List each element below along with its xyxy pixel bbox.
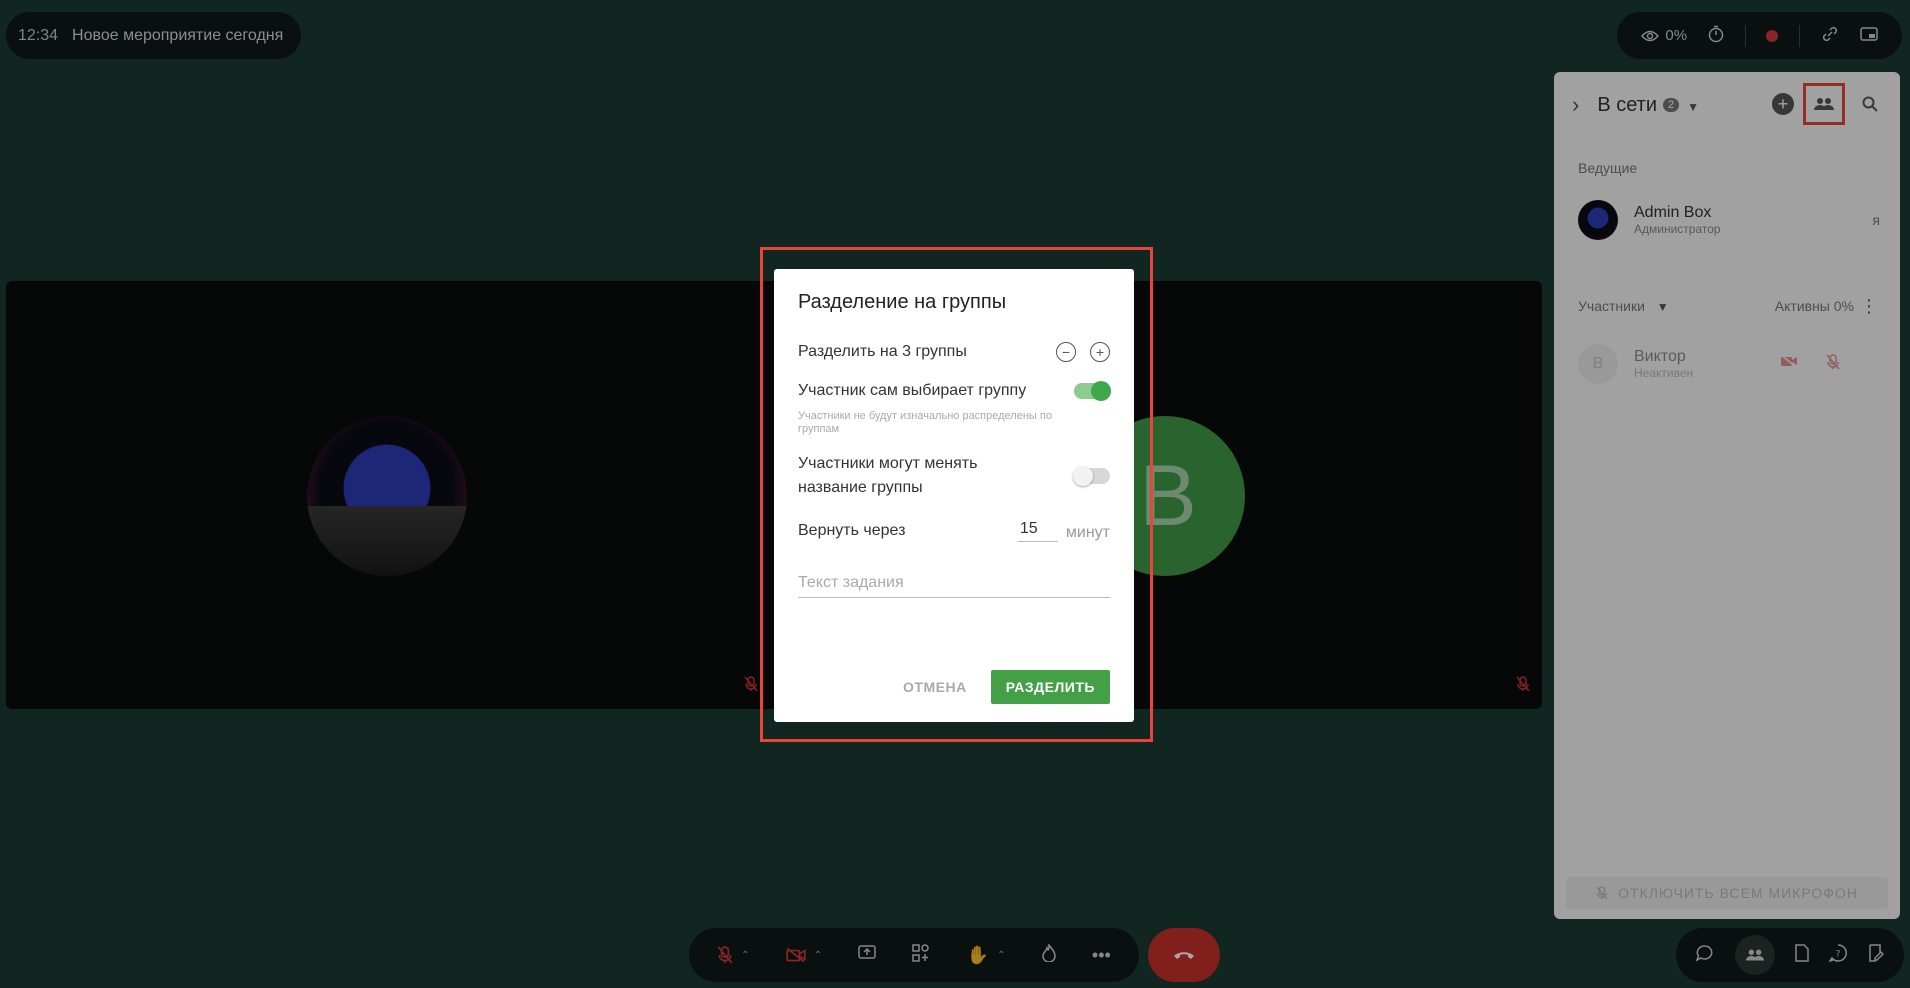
- avatar: В: [1578, 344, 1618, 384]
- pip-icon[interactable]: [1859, 26, 1878, 46]
- chat-icon[interactable]: [1695, 944, 1714, 967]
- help-icon[interactable]: ?: [1828, 943, 1848, 967]
- mute-all-button[interactable]: ОТКЛЮЧИТЬ ВСЕМ МИКРОФОН: [1566, 877, 1888, 909]
- call-controls: ⌃ ⌃ ✋ ⌃ •••: [689, 928, 1139, 982]
- self-select-row: Участник сам выбирает группу: [798, 381, 1111, 401]
- panel-title[interactable]: В сети 2 ▼: [1597, 94, 1699, 117]
- hosts-section-label: Ведущие: [1578, 160, 1638, 176]
- group-count-label: Разделить на 3 группы: [798, 343, 967, 360]
- divider: [1744, 24, 1746, 47]
- screen-share-icon[interactable]: [858, 944, 877, 966]
- minus-icon[interactable]: −: [1056, 342, 1076, 362]
- caret-up-icon[interactable]: ⌃: [741, 950, 749, 961]
- event-title: Новое мероприятие сегодня: [72, 26, 284, 44]
- me-label: я: [1872, 212, 1880, 228]
- rename-row: Участники могут менять название группы: [798, 452, 1110, 500]
- reaction-icon[interactable]: [1041, 942, 1056, 967]
- split-button[interactable]: РАЗДЕЛИТЬ: [990, 670, 1110, 704]
- return-label: Вернуть через: [798, 522, 906, 539]
- phone-hangup-icon: [1174, 952, 1194, 959]
- participants-panel: › В сети 2 ▼ + Ведущие Admin Box Администр…: [1554, 72, 1900, 919]
- participant-name: Виктор: [1634, 348, 1686, 365]
- participants-header: Участники ▼ Активны 0% ⋮: [1554, 296, 1900, 317]
- top-toolbar: 0%: [1617, 12, 1902, 59]
- camera-off-icon[interactable]: [1780, 353, 1798, 375]
- clock-time: 12:34: [18, 26, 59, 44]
- end-call-button[interactable]: [1148, 928, 1220, 982]
- caret-up-icon[interactable]: ⌃: [814, 950, 822, 961]
- more-horizontal-icon[interactable]: •••: [1092, 945, 1111, 966]
- active-percent: Активны 0%: [1774, 298, 1854, 314]
- participants-icon[interactable]: [1734, 935, 1775, 975]
- dialog-actions: ОТМЕНА РАЗДЕЛИТЬ: [903, 670, 1110, 704]
- search-icon[interactable]: [1854, 88, 1886, 120]
- rename-label: Участники могут менять название группы: [798, 455, 978, 496]
- task-text-input[interactable]: [798, 574, 1110, 598]
- group-count-row: Разделить на 3 группы − +: [798, 342, 1110, 362]
- host-role: Администратор: [1634, 222, 1721, 236]
- dialog-title: Разделение на группы: [798, 291, 1007, 313]
- self-select-label: Участник сам выбирает группу: [798, 382, 1027, 399]
- avatar: [1578, 200, 1618, 240]
- camera-off-icon: [785, 947, 806, 963]
- participant-status: Неактивен: [1634, 366, 1694, 380]
- toggle-knob: [1091, 381, 1111, 401]
- groups-icon[interactable]: [1803, 83, 1845, 125]
- mic-off-icon: [1596, 886, 1608, 900]
- panel-title-text: В сети: [1597, 93, 1658, 116]
- self-select-toggle[interactable]: [1074, 381, 1111, 401]
- link-icon[interactable]: [1821, 25, 1839, 47]
- svg-text:?: ?: [1836, 949, 1841, 959]
- add-icon[interactable]: +: [1772, 93, 1794, 115]
- toggle-knob: [1073, 466, 1093, 486]
- caret-up-icon[interactable]: ⌃: [997, 950, 1005, 961]
- more-vertical-icon[interactable]: ⋮: [1860, 296, 1878, 317]
- timer-icon[interactable]: [1708, 25, 1724, 47]
- rename-toggle[interactable]: [1073, 466, 1110, 486]
- event-pill: 12:34 Новое мероприятие сегодня: [6, 12, 302, 59]
- host-row[interactable]: Admin Box Администратор я: [1554, 200, 1900, 240]
- admin-video-avatar: [307, 416, 467, 576]
- record-icon[interactable]: [1766, 29, 1779, 42]
- file-icon[interactable]: [1795, 943, 1809, 967]
- eye-icon: [1641, 30, 1660, 41]
- mic-off-icon: [717, 946, 733, 964]
- hand-icon: ✋: [966, 944, 990, 965]
- caret-down-icon: ▼: [1656, 300, 1669, 314]
- panel-header: › В сети 2 ▼ +: [1554, 72, 1900, 138]
- mic-toggle[interactable]: ⌃: [717, 946, 749, 964]
- raise-hand-control[interactable]: ✋ ⌃: [967, 945, 1006, 966]
- mic-off-icon: [1516, 676, 1530, 697]
- divider: [1799, 24, 1801, 47]
- views-percent: 0%: [1665, 27, 1688, 44]
- minutes-unit: минут: [1065, 524, 1110, 541]
- breakout-groups-dialog: Разделение на группы Разделить на 3 груп…: [774, 269, 1134, 722]
- participants-label: Участники: [1578, 298, 1645, 314]
- camera-toggle[interactable]: ⌃: [785, 947, 822, 963]
- apps-icon[interactable]: [912, 943, 930, 967]
- return-minutes-input[interactable]: [1017, 520, 1058, 542]
- cancel-button[interactable]: ОТМЕНА: [903, 679, 967, 695]
- side-tools: ?: [1676, 928, 1904, 982]
- views-indicator[interactable]: 0%: [1641, 27, 1687, 44]
- mic-off-icon: [744, 676, 758, 697]
- host-name: Admin Box: [1634, 204, 1712, 221]
- mic-off-icon[interactable]: [1826, 353, 1840, 375]
- self-select-hint: Участники не будут изначально распределе…: [798, 410, 1052, 435]
- participant-row[interactable]: В Виктор Неактивен: [1554, 344, 1900, 384]
- mute-all-label: ОТКЛЮЧИТЬ ВСЕМ МИКРОФОН: [1618, 885, 1858, 901]
- chevron-right-icon[interactable]: ›: [1572, 92, 1579, 118]
- caret-down-icon: ▼: [1687, 99, 1700, 114]
- plus-icon[interactable]: +: [1090, 342, 1110, 362]
- online-count-badge: 2: [1663, 98, 1680, 113]
- notes-icon[interactable]: [1868, 943, 1884, 967]
- participants-dropdown[interactable]: Участники ▼: [1578, 298, 1669, 314]
- return-row: Вернуть через минут: [798, 520, 1110, 542]
